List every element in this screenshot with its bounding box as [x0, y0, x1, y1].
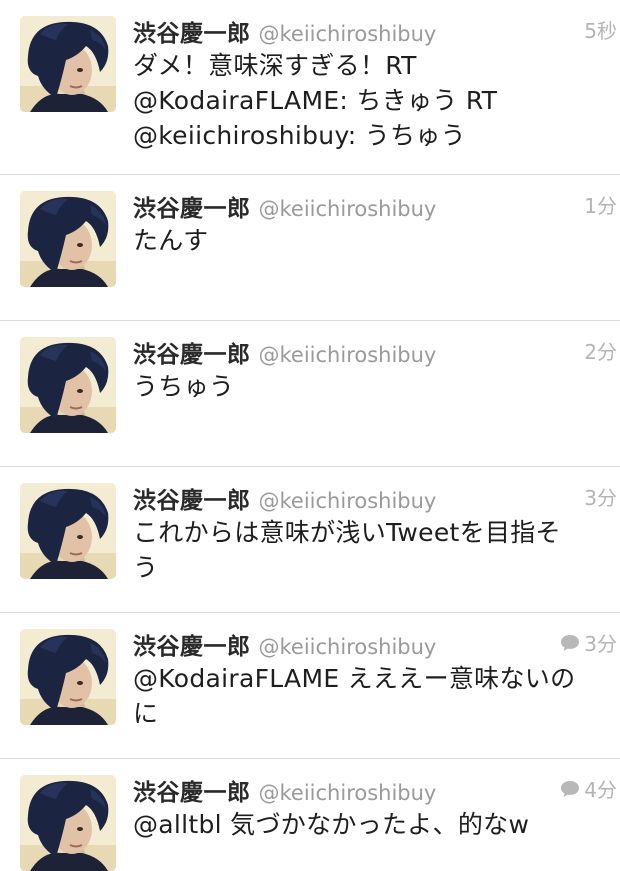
tweet-header: 渋谷慶一郎 @keiichiroshibuy: [133, 773, 613, 807]
tweet-text-line: @keiichiroshibuy: うちゅう: [133, 121, 466, 150]
author-handle: @keiichiroshibuy: [258, 197, 437, 221]
timestamp: 3分: [584, 486, 617, 510]
tweet-text-line: たんす: [133, 226, 209, 255]
tweet-text-line: う: [133, 553, 159, 582]
avatar-image: [20, 629, 116, 725]
speech-bubble-icon: [559, 779, 581, 799]
avatar[interactable]: [20, 16, 116, 112]
tweet-text-line: ダメ！意味深すぎる！RT: [133, 51, 417, 80]
avatar-image: [20, 191, 116, 287]
author-handle: @keiichiroshibuy: [258, 781, 437, 805]
author-name: 渋谷慶一郎: [133, 634, 251, 660]
author-name: 渋谷慶一郎: [133, 488, 251, 514]
avatar-image: [20, 775, 116, 871]
timestamp: 4分: [584, 778, 617, 802]
tweet-cell[interactable]: 渋谷慶一郎 @keiichiroshibuy 1分 たんす: [0, 175, 620, 321]
tweet-text-line: @KodairaFLAME: ちきゅう RT: [133, 86, 498, 115]
avatar-image: [20, 16, 116, 112]
tweet-header: 渋谷慶一郎 @keiichiroshibuy: [133, 335, 613, 369]
tweet-text-line: @KodairaFLAME えええー意味ないの: [133, 664, 576, 693]
tweet-cell[interactable]: 渋谷慶一郎 @keiichiroshibuy 5秒 ダメ！意味深すぎる！RT @K…: [0, 0, 620, 175]
author-name: 渋谷慶一郎: [133, 780, 251, 806]
author-name: 渋谷慶一郎: [133, 342, 251, 368]
speech-bubble-icon: [559, 633, 581, 653]
author-handle: @keiichiroshibuy: [258, 489, 437, 513]
tweet-header: 渋谷慶一郎 @keiichiroshibuy: [133, 189, 613, 223]
author-handle: @keiichiroshibuy: [258, 635, 437, 659]
avatar-image: [20, 337, 116, 433]
author-handle: @keiichiroshibuy: [258, 343, 437, 367]
tweet-text: うちゅう: [133, 369, 603, 404]
tweet-meta: 3分: [559, 628, 617, 657]
tweet-text: @alltbl 気づかなかったよ、的なw: [133, 807, 603, 842]
avatar[interactable]: [20, 337, 116, 433]
tweet-text-line: これからは意味が浅いTweetを目指そ: [133, 518, 561, 547]
tweet-meta: 3分: [584, 482, 617, 511]
author-handle: @keiichiroshibuy: [258, 22, 437, 46]
tweet-meta: 1分: [584, 190, 617, 219]
tweet-meta: 5秒: [584, 15, 617, 44]
author-name: 渋谷慶一郎: [133, 196, 251, 222]
timestamp: 5秒: [584, 19, 617, 43]
tweet-meta: 4分: [559, 774, 617, 803]
tweet-meta: 2分: [584, 336, 617, 365]
tweet-text: @KodairaFLAME えええー意味ないの に: [133, 661, 603, 731]
avatar-image: [20, 483, 116, 579]
avatar[interactable]: [20, 483, 116, 579]
tweet-text-line: @alltbl 気づかなかったよ、的なw: [133, 810, 530, 839]
tweet-cell[interactable]: 渋谷慶一郎 @keiichiroshibuy 4分 @alltbl 気づかなかった…: [0, 759, 620, 871]
timestamp: 1分: [584, 194, 617, 218]
tweet-text: これからは意味が浅いTweetを目指そ う: [133, 515, 603, 585]
tweet-text-line: うちゅう: [133, 372, 235, 401]
author-name: 渋谷慶一郎: [133, 21, 251, 47]
tweet-header: 渋谷慶一郎 @keiichiroshibuy: [133, 481, 613, 515]
tweet-header: 渋谷慶一郎 @keiichiroshibuy: [133, 627, 613, 661]
avatar[interactable]: [20, 191, 116, 287]
tweet-cell[interactable]: 渋谷慶一郎 @keiichiroshibuy 3分 @KodairaFLAME え…: [0, 613, 620, 759]
tweet-cell[interactable]: 渋谷慶一郎 @keiichiroshibuy 2分 うちゅう: [0, 321, 620, 467]
avatar[interactable]: [20, 629, 116, 725]
tweet-timeline: 渋谷慶一郎 @keiichiroshibuy 5秒 ダメ！意味深すぎる！RT @K…: [0, 0, 620, 871]
tweet-text: たんす: [133, 223, 603, 258]
timestamp: 3分: [584, 632, 617, 656]
avatar[interactable]: [20, 775, 116, 871]
tweet-text: ダメ！意味深すぎる！RT @KodairaFLAME: ちきゅう RT @kei…: [133, 48, 603, 153]
tweet-cell[interactable]: 渋谷慶一郎 @keiichiroshibuy 3分 これからは意味が浅いTweet…: [0, 467, 620, 613]
tweet-header: 渋谷慶一郎 @keiichiroshibuy: [133, 14, 613, 48]
tweet-text-line: に: [133, 699, 159, 728]
timestamp: 2分: [584, 340, 617, 364]
